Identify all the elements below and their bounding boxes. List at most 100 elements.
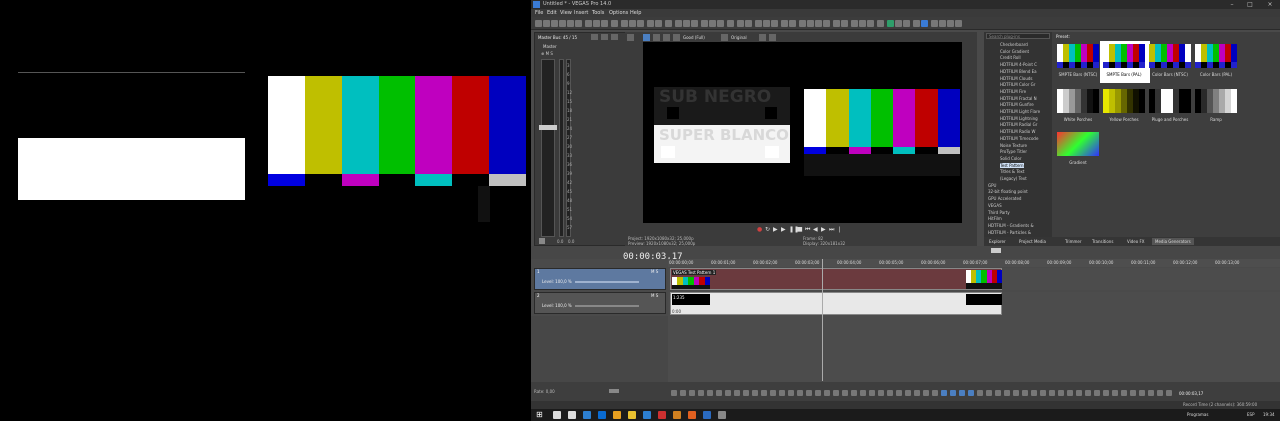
- transport-tool-button[interactable]: [806, 390, 812, 396]
- transport-tool-button[interactable]: [923, 390, 929, 396]
- toolbar-button[interactable]: [637, 20, 644, 27]
- transport-tool-button[interactable]: [815, 390, 821, 396]
- split-screen-icon[interactable]: [653, 34, 660, 41]
- tree-item[interactable]: HDTFILM Lightning: [1000, 116, 1038, 121]
- toolbar-button[interactable]: [621, 20, 628, 27]
- transport-tool-button[interactable]: [986, 390, 992, 396]
- taskbar-app-icon[interactable]: [583, 411, 591, 419]
- tree-item[interactable]: HDTFILM - Gradients &: [988, 223, 1034, 228]
- toolbar-button[interactable]: [683, 20, 690, 27]
- transport-tool-button[interactable]: [734, 390, 740, 396]
- lock-icon[interactable]: [539, 238, 545, 244]
- transport-tool-button[interactable]: [761, 390, 767, 396]
- toolbar-button[interactable]: [921, 20, 928, 27]
- tree-item[interactable]: GPU Accelerated: [988, 196, 1021, 201]
- save-snapshot-icon[interactable]: [769, 34, 776, 41]
- overlays-icon[interactable]: [663, 34, 670, 41]
- transport-tool-button[interactable]: [797, 390, 803, 396]
- properties-icon[interactable]: [601, 34, 608, 40]
- transport-tool-button[interactable]: [851, 390, 857, 396]
- transport-tool-button[interactable]: [1094, 390, 1100, 396]
- transport-tool-button[interactable]: [896, 390, 902, 396]
- preset-thumbnail[interactable]: [1057, 89, 1099, 113]
- tab-trimmer[interactable]: Trimmer: [1062, 238, 1085, 245]
- taskbar-app-icon[interactable]: [673, 411, 681, 419]
- menu-file[interactable]: File: [535, 10, 543, 16]
- close-button[interactable]: ×: [1263, 1, 1277, 8]
- tab-explorer[interactable]: Explorer: [986, 238, 1009, 245]
- transport-tool-button[interactable]: [725, 390, 731, 396]
- transport-tool-button[interactable]: [1103, 390, 1109, 396]
- transport-tool-button[interactable]: [887, 390, 893, 396]
- transport-tool-button[interactable]: [869, 390, 875, 396]
- transport-tool-button[interactable]: [932, 390, 938, 396]
- preset-thumbnail[interactable]: [1103, 44, 1145, 68]
- taskbar-app-icon[interactable]: [628, 411, 636, 419]
- test-pattern-clip[interactable]: VEGAS Test Pattern 1: [670, 268, 1003, 290]
- transport-tool-button[interactable]: [977, 390, 983, 396]
- toolbar-button[interactable]: [559, 20, 566, 27]
- transport-tool-button[interactable]: [995, 390, 1001, 396]
- transport-tool-button[interactable]: [1157, 390, 1163, 396]
- transport-button[interactable]: ▶: [773, 226, 778, 233]
- transport-tool-button[interactable]: [1022, 390, 1028, 396]
- transport-tool-button[interactable]: [1076, 390, 1082, 396]
- grid-icon[interactable]: [721, 34, 728, 41]
- taskbar-app-icon[interactable]: [703, 411, 711, 419]
- toolbar-button[interactable]: [535, 20, 542, 27]
- tab-transitions[interactable]: Transitions: [1089, 238, 1116, 245]
- toolbar-button[interactable]: [601, 20, 608, 27]
- tab-media-generators[interactable]: Media Generators: [1152, 238, 1194, 245]
- tree-item[interactable]: HDTFILM Blend Ea: [1000, 69, 1037, 74]
- preset-thumbnail[interactable]: [1195, 44, 1237, 68]
- transport-tool-button[interactable]: [1004, 390, 1010, 396]
- toolbar-button[interactable]: [841, 20, 848, 27]
- toolbar-button[interactable]: [895, 20, 902, 27]
- preset-thumbnail[interactable]: [1195, 89, 1237, 113]
- transport-tool-button[interactable]: [698, 390, 704, 396]
- start-button[interactable]: ⊞: [536, 411, 544, 419]
- volume-fader[interactable]: [539, 125, 557, 130]
- toolbar-button[interactable]: [665, 20, 672, 27]
- minimize-button[interactable]: –: [1225, 1, 1239, 8]
- toolbar-button[interactable]: [859, 20, 866, 27]
- transport-tool-button[interactable]: [833, 390, 839, 396]
- transport-button[interactable]: ⏭: [829, 226, 834, 234]
- preset-thumbnail[interactable]: [1149, 44, 1191, 68]
- tree-item[interactable]: Third Party: [988, 210, 1010, 215]
- toolbar-button[interactable]: [851, 20, 858, 27]
- menu-insert[interactable]: Insert: [574, 10, 588, 16]
- transport-tool-button[interactable]: [1040, 390, 1046, 396]
- toolbar-button[interactable]: [575, 20, 582, 27]
- preview-quality-dropdown[interactable]: Good (Full): [683, 35, 705, 40]
- tree-item[interactable]: HDTFILM 4-Point C: [1000, 62, 1037, 67]
- language-indicator[interactable]: ESP: [1247, 412, 1254, 417]
- preview-mode-dropdown[interactable]: Original: [731, 35, 747, 40]
- toolbar-button[interactable]: [655, 20, 662, 27]
- maximize-button[interactable]: □: [1243, 1, 1257, 8]
- transport-tool-button[interactable]: [770, 390, 776, 396]
- toolbar-button[interactable]: [629, 20, 636, 27]
- menu-edit[interactable]: Edit: [547, 10, 557, 16]
- toolbar-button[interactable]: [789, 20, 796, 27]
- copy-snapshot-icon[interactable]: [759, 34, 766, 41]
- transport-tool-button[interactable]: [716, 390, 722, 396]
- tree-item[interactable]: Noise Texture: [1000, 143, 1027, 148]
- toolbar-button[interactable]: [755, 20, 762, 27]
- toolbar-button[interactable]: [717, 20, 724, 27]
- text-clip[interactable]: 1:235 0:00: [670, 292, 1002, 315]
- mute-solo-icons[interactable]: ⊕ M S: [541, 51, 565, 56]
- toolbar-button[interactable]: [903, 20, 910, 27]
- taskbar-app-icon[interactable]: [643, 411, 651, 419]
- taskbar-clock[interactable]: 19:34: [1263, 412, 1275, 417]
- transport-button[interactable]: ↻: [765, 226, 770, 233]
- transport-button[interactable]: ■: [797, 226, 803, 233]
- toolbar-button[interactable]: [947, 20, 954, 27]
- preview-mode-icon[interactable]: [643, 34, 650, 41]
- toolbar-button[interactable]: [593, 20, 600, 27]
- toolbar-button[interactable]: [647, 20, 654, 27]
- toolbar-button[interactable]: [585, 20, 592, 27]
- track2-level-slider[interactable]: [575, 305, 639, 307]
- tree-item[interactable]: VEGAS: [988, 203, 1002, 208]
- preset-thumbnail[interactable]: [1057, 44, 1099, 68]
